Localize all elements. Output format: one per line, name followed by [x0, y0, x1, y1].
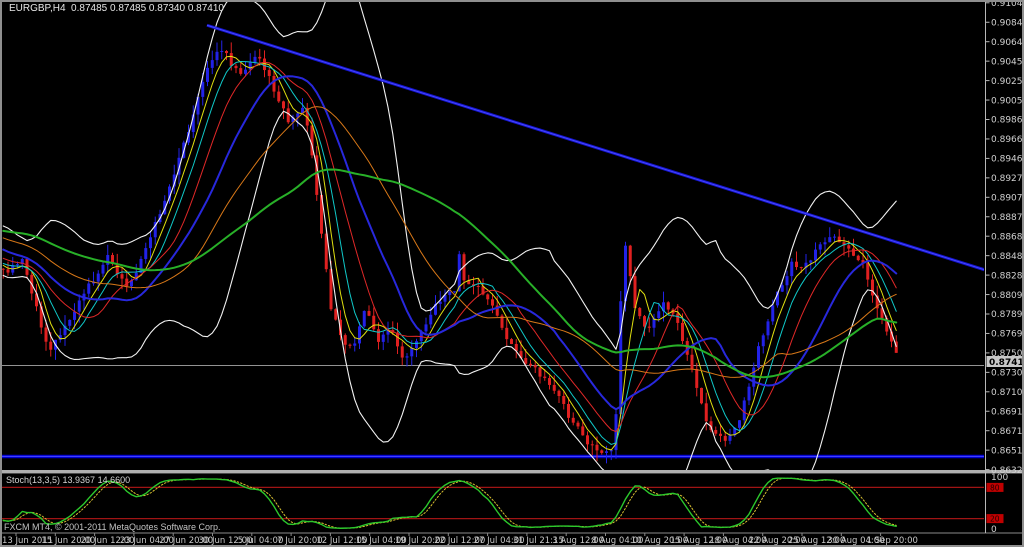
pane-splitter[interactable] [0, 470, 1024, 473]
current-price-value: 0.87410 [989, 358, 1024, 368]
price-tick-label: 0.89070 [991, 194, 1024, 204]
price-tick-label: 0.88875 [991, 213, 1024, 223]
price-tick-label: 0.87695 [991, 330, 1024, 340]
stoch-level-value: 80 [990, 483, 1000, 492]
price-tick-label: 0.86910 [991, 407, 1024, 417]
price-tick-label: 0.88285 [991, 271, 1024, 281]
chart-background [0, 0, 1024, 547]
price-tick-label: 0.87105 [991, 388, 1024, 398]
price-tick-label: 0.88090 [991, 291, 1024, 301]
price-tick-label: 0.89270 [991, 174, 1024, 184]
price-tick-label: 0.86515 [991, 446, 1024, 456]
price-tick-label: 0.90250 [991, 77, 1024, 87]
price-tick-label: 0.90645 [991, 38, 1024, 48]
price-tick-label: 0.88480 [991, 252, 1024, 262]
time-tick-label: 1 Sep 20:00 [867, 536, 918, 546]
price-tick-label: 0.89660 [991, 135, 1024, 145]
stoch-level-value: 20 [990, 515, 1000, 524]
price-tick-label: 0.87300 [991, 369, 1024, 379]
price-tick-label: 0.90055 [991, 96, 1024, 106]
stoch-axis-max: 100 [991, 473, 1008, 483]
stoch-axis-min: 0 [991, 525, 997, 535]
price-tick-label: 0.89465 [991, 155, 1024, 165]
price-tick-label: 0.90840 [991, 18, 1024, 28]
chart-canvas[interactable]: 0.910400.908400.906450.904500.902500.900… [0, 0, 1024, 547]
price-tick-label: 0.89860 [991, 116, 1024, 126]
price-tick-label: 0.87890 [991, 310, 1024, 320]
mt4-chart-window: 0.910400.908400.906450.904500.902500.900… [0, 0, 1024, 547]
price-tick-label: 0.86710 [991, 427, 1024, 437]
price-tick-label: 0.90450 [991, 57, 1024, 67]
price-tick-label: 0.88680 [991, 232, 1024, 242]
